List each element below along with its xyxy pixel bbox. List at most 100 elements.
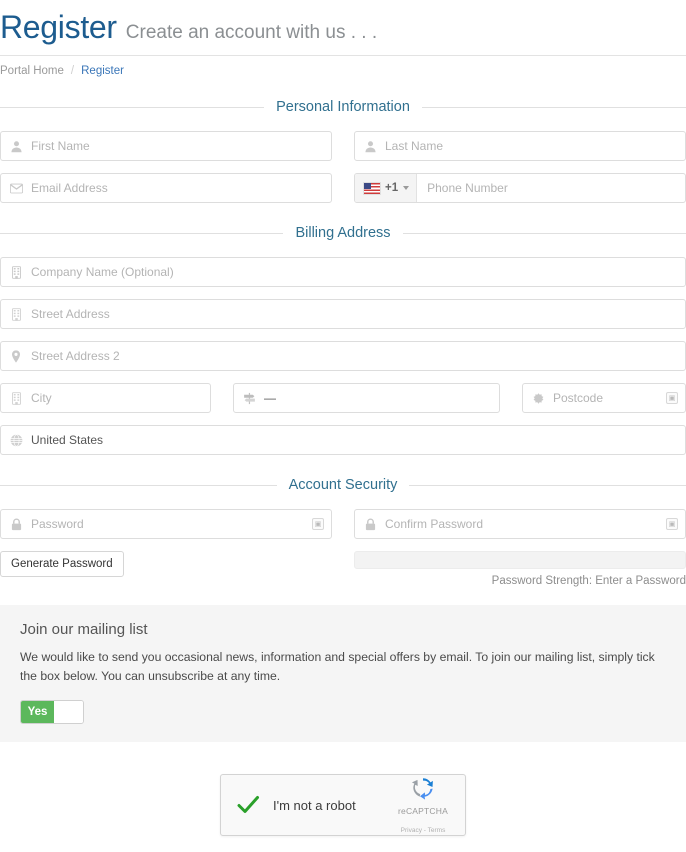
mailing-list-title: Join our mailing list — [20, 621, 148, 639]
page-title: Register — [0, 9, 117, 45]
company-name-placeholder: Company Name (Optional) — [31, 265, 174, 280]
password-row: Password ▣ Confirm Password ▣ — [0, 509, 686, 540]
password-strength-meter — [354, 551, 686, 570]
breadcrumb: Portal Home / Register — [0, 55, 686, 77]
breadcrumb-current[interactable]: Register — [81, 65, 124, 77]
phone-field[interactable]: +1 Phone Number — [354, 173, 686, 204]
street2-row: Street Address 2 — [0, 341, 686, 372]
recaptcha-widget[interactable]: I'm not a robot reCAPTCHA Privacy - Term… — [220, 774, 466, 836]
email-field[interactable]: Email Address — [0, 173, 332, 204]
first-name-placeholder: First Name — [31, 139, 90, 154]
email-col: Email Address — [0, 173, 332, 204]
page-header: Register Create an account with us . . . — [0, 0, 686, 45]
envelope-icon — [9, 181, 23, 195]
street-address-placeholder: Street Address — [31, 307, 110, 322]
name-row: First Name Last Name — [0, 131, 686, 162]
email-placeholder: Email Address — [31, 181, 108, 196]
company-row: Company Name (Optional) — [0, 257, 686, 288]
password-field[interactable]: Password ▣ — [0, 509, 332, 540]
state-value: — — [264, 391, 276, 406]
password-strength-label: Password Strength: Enter a Password — [491, 575, 686, 588]
recaptcha-legal-links[interactable]: Privacy - Terms — [401, 827, 446, 834]
country-code-label: +1 — [385, 182, 399, 195]
city-placeholder: City — [31, 391, 52, 406]
city-field[interactable]: City — [0, 383, 211, 414]
location-icon — [531, 391, 545, 405]
postcode-col: Postcode ▣ — [522, 383, 686, 414]
password-placeholder: Password — [31, 517, 84, 532]
mailing-list-toggle[interactable]: Yes — [20, 700, 84, 724]
us-flag-icon — [364, 182, 380, 194]
breadcrumb-home[interactable]: Portal Home — [0, 65, 64, 77]
building-icon — [9, 391, 23, 405]
street-address-2-field[interactable]: Street Address 2 — [0, 341, 686, 372]
page-subtitle: Create an account with us . . . — [125, 22, 378, 43]
last-name-placeholder: Last Name — [385, 139, 444, 154]
section-heading-personal: Personal Information — [0, 99, 686, 115]
last-name-field[interactable]: Last Name — [354, 131, 686, 162]
divider-left — [0, 232, 284, 234]
section-label: Account Security — [288, 477, 398, 494]
street1-row: Street Address — [0, 299, 686, 330]
divider-right — [409, 484, 686, 486]
password-col: Password ▣ — [0, 509, 332, 540]
country-row: United States — [0, 425, 686, 456]
street2-col: Street Address 2 — [0, 341, 686, 372]
user-icon — [9, 139, 23, 153]
street-address-field[interactable]: Street Address — [0, 299, 686, 330]
autofill-icon[interactable]: ▣ — [666, 392, 678, 405]
last-name-col: Last Name — [354, 131, 686, 162]
recaptcha-logo-icon — [391, 773, 455, 801]
captcha-container: I'm not a robot reCAPTCHA Privacy - Term… — [0, 774, 686, 836]
confirm-password-col: Confirm Password ▣ — [354, 509, 686, 540]
divider-left — [0, 484, 277, 486]
first-name-col: First Name — [0, 131, 332, 162]
password-tools-row: Generate Password Password Strength: Ent… — [0, 551, 686, 587]
section-heading-billing: Billing Address — [0, 225, 686, 241]
country-select[interactable]: United States — [0, 425, 686, 456]
signpost-icon — [242, 391, 256, 405]
breadcrumb-separator: / — [70, 65, 75, 78]
country-code-selector[interactable]: +1 — [355, 174, 418, 203]
country-col: United States — [0, 425, 686, 456]
city-col: City — [0, 383, 211, 414]
divider-right — [421, 106, 686, 108]
phone-col: +1 Phone Number — [354, 173, 686, 204]
postcode-placeholder: Postcode — [553, 391, 604, 406]
password-strength-col: Password Strength: Enter a Password — [354, 551, 686, 587]
recaptcha-brand-name: reCAPTCHA — [398, 806, 448, 816]
building-icon — [9, 307, 23, 321]
mailing-list-toggle-knob — [54, 701, 83, 723]
confirm-password-placeholder: Confirm Password — [385, 517, 484, 532]
company-name-field[interactable]: Company Name (Optional) — [0, 257, 686, 288]
user-icon — [363, 139, 377, 153]
first-name-field[interactable]: First Name — [0, 131, 332, 162]
section-label: Billing Address — [295, 225, 391, 242]
mailing-list-panel: Join our mailing list We would like to s… — [0, 605, 686, 742]
register-page: Register Create an account with us . . .… — [0, 0, 686, 852]
autofill-icon[interactable]: ▣ — [666, 518, 678, 531]
state-field[interactable]: — — [233, 383, 500, 414]
section-heading-security: Account Security — [0, 477, 686, 493]
generate-password-button[interactable]: Generate Password — [0, 551, 124, 578]
postcode-field[interactable]: Postcode ▣ — [522, 383, 686, 414]
chevron-down-icon — [403, 186, 410, 191]
mailing-list-description: We would like to send you occasional new… — [20, 650, 655, 684]
checkmark-icon[interactable] — [235, 792, 261, 818]
contact-row: Email Address +1 Phone Number — [0, 173, 686, 204]
street-address-2-placeholder: Street Address 2 — [31, 349, 120, 364]
phone-input[interactable]: Phone Number — [417, 179, 685, 197]
autofill-icon[interactable]: ▣ — [312, 518, 324, 531]
state-col: — — [233, 383, 500, 414]
confirm-password-field[interactable]: Confirm Password ▣ — [354, 509, 686, 540]
map-pin-icon — [9, 349, 23, 363]
section-label: Personal Information — [276, 99, 410, 116]
city-state-postcode-row: City — Postcode ▣ — [0, 383, 686, 414]
divider-right — [402, 232, 686, 234]
building-icon — [9, 265, 23, 279]
phone-placeholder: Phone Number — [427, 181, 508, 196]
globe-icon — [9, 433, 23, 447]
divider-left — [0, 106, 265, 108]
company-col: Company Name (Optional) — [0, 257, 686, 288]
recaptcha-label: I'm not a robot — [273, 797, 356, 813]
